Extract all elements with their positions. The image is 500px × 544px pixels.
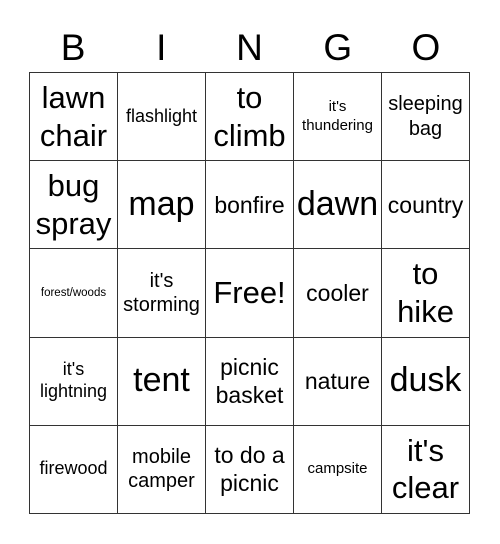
cell-label: cooler [306, 279, 369, 306]
cell-label: map [128, 185, 195, 224]
bingo-cell-g4[interactable]: nature [294, 337, 382, 426]
cell-label: campsite [307, 460, 368, 478]
bingo-cell-o5[interactable]: it's clear [382, 425, 470, 514]
bingo-cell-n5[interactable]: to do a picnic [206, 425, 294, 514]
header-letter-b: B [60, 27, 86, 68]
bingo-header: B I N G O [29, 24, 470, 72]
bingo-cell-b4[interactable]: it's lightning [30, 337, 118, 426]
bingo-cell-g1[interactable]: it's thundering [294, 73, 382, 162]
bingo-cell-g5[interactable]: campsite [294, 425, 382, 514]
bingo-cell-b3[interactable]: forest/woods [30, 249, 118, 338]
cell-label: dusk [389, 361, 462, 400]
cell-label: to do a picnic [214, 442, 285, 497]
bingo-cell-n2[interactable]: bonfire [206, 161, 294, 250]
cell-label: it's clear [391, 432, 460, 506]
bingo-cell-g3[interactable]: cooler [294, 249, 382, 338]
bingo-cell-o4[interactable]: dusk [382, 337, 470, 426]
bingo-cell-i5[interactable]: mobile camper [118, 425, 206, 514]
bingo-cell-o3[interactable]: to hike [382, 249, 470, 338]
bingo-cell-i4[interactable]: tent [118, 337, 206, 426]
cell-label: forest/woods [40, 286, 107, 299]
cell-label: it's storming [123, 269, 200, 316]
cell-label: tent [133, 361, 190, 400]
cell-label: firewood [39, 458, 108, 479]
bingo-cell-i2[interactable]: map [118, 161, 206, 250]
header-letter-o: O [411, 27, 441, 68]
free-space-cell[interactable]: Free! [206, 249, 294, 338]
cell-label: to hike [397, 256, 454, 329]
bingo-cell-o2[interactable]: country [382, 161, 470, 250]
bingo-cell-o1[interactable]: sleeping bag [382, 73, 470, 162]
cell-label: Free! [213, 275, 286, 311]
bingo-cell-n1[interactable]: to climb [206, 73, 294, 162]
bingo-cell-g2[interactable]: dawn [294, 161, 382, 250]
cell-label: country [387, 191, 464, 218]
header-letter-i: I [156, 27, 167, 68]
bingo-board: lawn chair flashlight to climb it's thunder… [29, 72, 470, 514]
cell-label: bonfire [214, 191, 285, 218]
header-letter-g: G [323, 27, 353, 68]
cell-label: dawn [296, 185, 379, 224]
cell-label: nature [304, 368, 371, 395]
cell-label: flashlight [125, 105, 198, 126]
cell-label: it's lightning [39, 359, 108, 402]
bingo-cell-i3[interactable]: it's storming [118, 249, 206, 338]
cell-label: it's thundering [302, 98, 373, 134]
bingo-cell-b5[interactable]: firewood [30, 425, 118, 514]
cell-label: mobile camper [128, 446, 195, 493]
cell-label: lawn chair [39, 79, 108, 153]
bingo-cell-n4[interactable]: picnic basket [206, 337, 294, 426]
cell-label: to climb [213, 79, 286, 153]
bingo-cell-i1[interactable]: flashlight [118, 73, 206, 162]
header-letter-n: N [236, 27, 263, 68]
bingo-cell-b1[interactable]: lawn chair [30, 73, 118, 162]
cell-label: sleeping bag [388, 93, 463, 140]
cell-label: bug spray [35, 167, 112, 241]
bingo-cell-b2[interactable]: bug spray [30, 161, 118, 250]
cell-label: picnic basket [215, 354, 284, 409]
